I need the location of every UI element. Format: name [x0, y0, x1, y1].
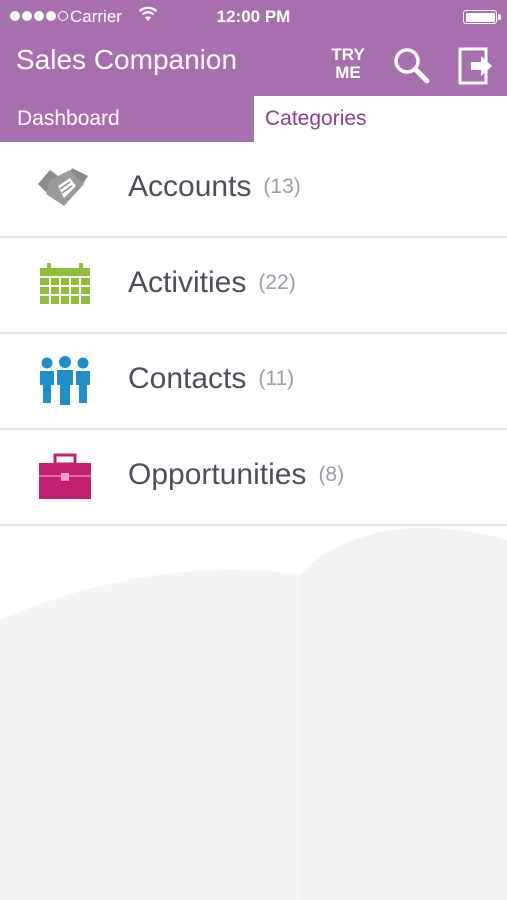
category-count: (11) [258, 367, 295, 390]
categories-list: Accounts (13) Activities (22) Contacts (… [0, 142, 507, 526]
background-wave [0, 527, 507, 900]
accounts-label: Accounts (13) [128, 170, 301, 204]
handshake-icon [38, 168, 88, 206]
logout-button[interactable] [456, 44, 496, 88]
status-bar: Carrier 12:00 PM [0, 0, 507, 34]
list-item-activities[interactable]: Activities (22) [0, 238, 507, 334]
list-item-contacts[interactable]: Contacts (11) [0, 334, 507, 430]
logout-icon [458, 47, 492, 85]
status-time: 12:00 PM [216, 7, 291, 26]
search-icon [394, 48, 430, 84]
list-item-opportunities[interactable]: Opportunities (8) [0, 430, 507, 526]
try-me-button[interactable]: TRY ME [326, 46, 370, 82]
tab-categories[interactable]: Categories [254, 96, 507, 142]
battery-icon [463, 10, 501, 24]
tab-dashboard[interactable]: Dashboard [0, 96, 254, 142]
people-icon [40, 356, 90, 405]
briefcase-icon [39, 453, 91, 499]
category-name: Opportunities [128, 458, 307, 491]
category-name: Activities [128, 266, 247, 299]
activities-label: Activities (22) [128, 266, 296, 300]
list-item-accounts[interactable]: Accounts (13) [0, 142, 507, 238]
app-title: Sales Companion [16, 44, 238, 75]
opportunities-label: Opportunities (8) [128, 458, 344, 492]
calendar-icon [40, 263, 90, 304]
app-header: Carrier 12:00 PM Sales Companion TRY ME D… [0, 0, 507, 142]
category-name: Accounts [128, 170, 252, 203]
category-count: (8) [318, 463, 345, 486]
category-count: (13) [263, 175, 301, 198]
contacts-label: Contacts (11) [128, 362, 294, 396]
search-button[interactable] [390, 44, 434, 88]
category-name: Contacts [128, 362, 247, 395]
category-count: (22) [258, 271, 296, 294]
